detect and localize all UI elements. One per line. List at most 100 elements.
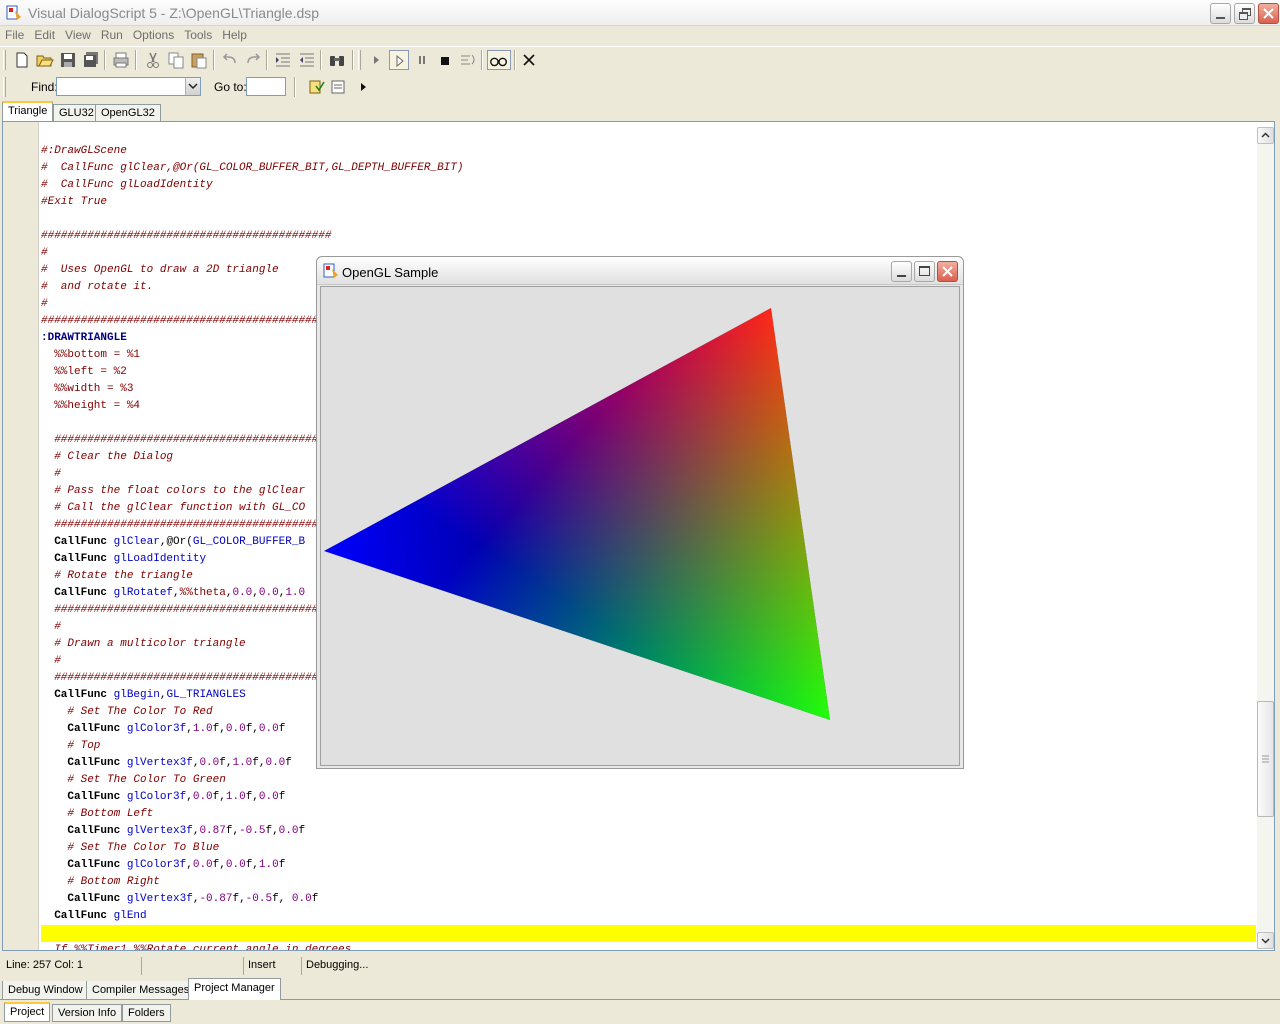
- paste-icon[interactable]: [189, 50, 209, 70]
- pause-icon[interactable]: [412, 50, 432, 70]
- code-token: ,: [186, 723, 193, 735]
- code-token: # Set The Color To Red: [41, 706, 213, 718]
- scroll-up-button[interactable]: [1257, 127, 1274, 144]
- copy-icon[interactable]: [166, 50, 186, 70]
- stop-icon[interactable]: [435, 50, 455, 70]
- menu-view[interactable]: View: [60, 26, 96, 42]
- goto-input[interactable]: [246, 77, 286, 96]
- opengl-canvas[interactable]: [320, 286, 960, 766]
- rgb-triangle: [324, 308, 830, 720]
- code-line[interactable]: CallFunc glEnd: [41, 908, 1256, 925]
- scroll-down-button[interactable]: [1257, 932, 1274, 949]
- menu-options[interactable]: Options: [128, 26, 179, 42]
- tab-folders[interactable]: Folders: [122, 1004, 171, 1022]
- app-icon: [6, 5, 22, 21]
- menu-tools[interactable]: Tools: [179, 26, 217, 42]
- code-line[interactable]: CallFunc glVertex3f,0.87f,-0.5f,0.0f: [41, 823, 1256, 840]
- find-dropdown-button[interactable]: [185, 78, 200, 95]
- code-line[interactable]: # Set The Color To Blue: [41, 840, 1256, 857]
- code-line[interactable]: CallFunc glColor3f,0.0f,0.0f,1.0f: [41, 857, 1256, 874]
- code-token: # Set The Color To Green: [41, 774, 226, 786]
- undo-icon[interactable]: [220, 50, 240, 70]
- close-button[interactable]: [1258, 3, 1279, 24]
- code-token: CallFunc: [41, 723, 127, 735]
- outdent-icon[interactable]: [297, 50, 317, 70]
- tab-opengl32[interactable]: OpenGL32: [95, 104, 161, 121]
- code-line[interactable]: CallFunc glVertex3f,-0.87f,-0.5f, 0.0f: [41, 891, 1256, 908]
- print-icon[interactable]: [111, 50, 131, 70]
- tab-project[interactable]: Project: [4, 1002, 51, 1022]
- tab-glu32[interactable]: GLU32: [53, 104, 100, 121]
- code-line[interactable]: #:DrawGLScene: [41, 143, 1256, 160]
- menu-edit[interactable]: Edit: [29, 26, 60, 42]
- restore-button[interactable]: [1234, 3, 1255, 24]
- toolbar-grip[interactable]: [3, 77, 6, 97]
- minimize-button[interactable]: [891, 261, 912, 282]
- tab-triangle[interactable]: Triangle: [2, 101, 54, 122]
- tab-version-info[interactable]: Version Info: [52, 1004, 123, 1022]
- code-token: f,: [245, 859, 259, 871]
- code-line[interactable]: If %%Timer1 %%Rotate current angle in de…: [41, 942, 1256, 950]
- menu-help[interactable]: Help: [217, 26, 252, 42]
- clear-bookmark-icon[interactable]: [329, 77, 349, 97]
- code-line[interactable]: # Bottom Right: [41, 874, 1256, 891]
- cut-icon[interactable]: [143, 50, 163, 70]
- redo-icon[interactable]: [243, 50, 263, 70]
- watch-glasses-icon[interactable]: [487, 50, 511, 70]
- code-line[interactable]: # CallFunc glLoadIdentity: [41, 177, 1256, 194]
- indent-icon[interactable]: [273, 50, 293, 70]
- tab-project-manager[interactable]: Project Manager: [188, 978, 281, 1000]
- code-line[interactable]: # Set The Color To Green: [41, 772, 1256, 789]
- code-token: glEnd: [113, 910, 147, 922]
- code-token: 0.0: [258, 791, 279, 803]
- bookmark-icon[interactable]: [307, 77, 327, 97]
- code-token: f: [278, 859, 286, 871]
- find-combobox[interactable]: [56, 77, 201, 96]
- chevron-down-icon: [188, 83, 198, 90]
- code-line[interactable]: [41, 925, 1256, 942]
- run-icon[interactable]: [366, 50, 386, 70]
- save-icon[interactable]: [58, 50, 78, 70]
- code-token: f,: [212, 791, 226, 803]
- code-line[interactable]: # Bottom Left: [41, 806, 1256, 823]
- tab-debug-window[interactable]: Debug Window: [2, 981, 89, 1000]
- open-folder-icon[interactable]: [35, 50, 55, 70]
- opengl-title-bar[interactable]: OpenGL Sample: [317, 257, 963, 285]
- scroll-thumb[interactable]: [1257, 701, 1274, 817]
- code-line[interactable]: [41, 211, 1256, 228]
- menu-file[interactable]: File: [0, 26, 29, 42]
- debug-run-icon[interactable]: [389, 50, 409, 70]
- minimize-button[interactable]: [1210, 3, 1231, 24]
- vertical-scrollbar[interactable]: [1257, 127, 1274, 949]
- code-line[interactable]: #Exit True: [41, 194, 1256, 211]
- toolbar-grip[interactable]: [358, 50, 361, 70]
- editor-gutter[interactable]: [3, 122, 39, 950]
- window-title: Visual DialogScript 5 - Z:\OpenGL\Triang…: [28, 5, 320, 21]
- toolbar-more-icon[interactable]: [354, 77, 374, 97]
- find-binoculars-icon[interactable]: [327, 50, 347, 70]
- toolbar-grip[interactable]: [3, 50, 6, 70]
- close-toolbar-icon[interactable]: [519, 50, 539, 70]
- code-token: 1.0: [285, 587, 306, 599]
- code-line[interactable]: ########################################…: [41, 228, 1256, 245]
- code-line[interactable]: # CallFunc glClear,@Or(GL_COLOR_BUFFER_B…: [41, 160, 1256, 177]
- step-icon[interactable]: [458, 50, 478, 70]
- close-button[interactable]: [937, 261, 958, 282]
- opengl-sample-window[interactable]: OpenGL Sample: [316, 256, 964, 769]
- menu-run[interactable]: Run: [96, 26, 128, 42]
- toolbar-separator: [481, 50, 483, 70]
- code-line[interactable]: CallFunc glColor3f,0.0f,1.0f,0.0f: [41, 789, 1256, 806]
- save-all-icon[interactable]: [81, 50, 101, 70]
- toolbar-separator: [320, 50, 322, 70]
- code-token: #: [41, 621, 61, 633]
- new-file-icon[interactable]: [12, 50, 32, 70]
- code-line[interactable]: [41, 126, 1256, 143]
- tab-compiler-messages[interactable]: Compiler Messages: [86, 981, 196, 1000]
- maximize-button[interactable]: [914, 261, 935, 282]
- code-token: %%height = %4: [41, 400, 141, 412]
- code-token: 0.0: [258, 587, 279, 599]
- menu-bar: File Edit View Run Options Tools Help: [0, 26, 1280, 44]
- code-token: # Rotate the triangle: [41, 570, 193, 582]
- code-token: CallFunc: [41, 859, 127, 871]
- code-token: f,: [225, 825, 240, 837]
